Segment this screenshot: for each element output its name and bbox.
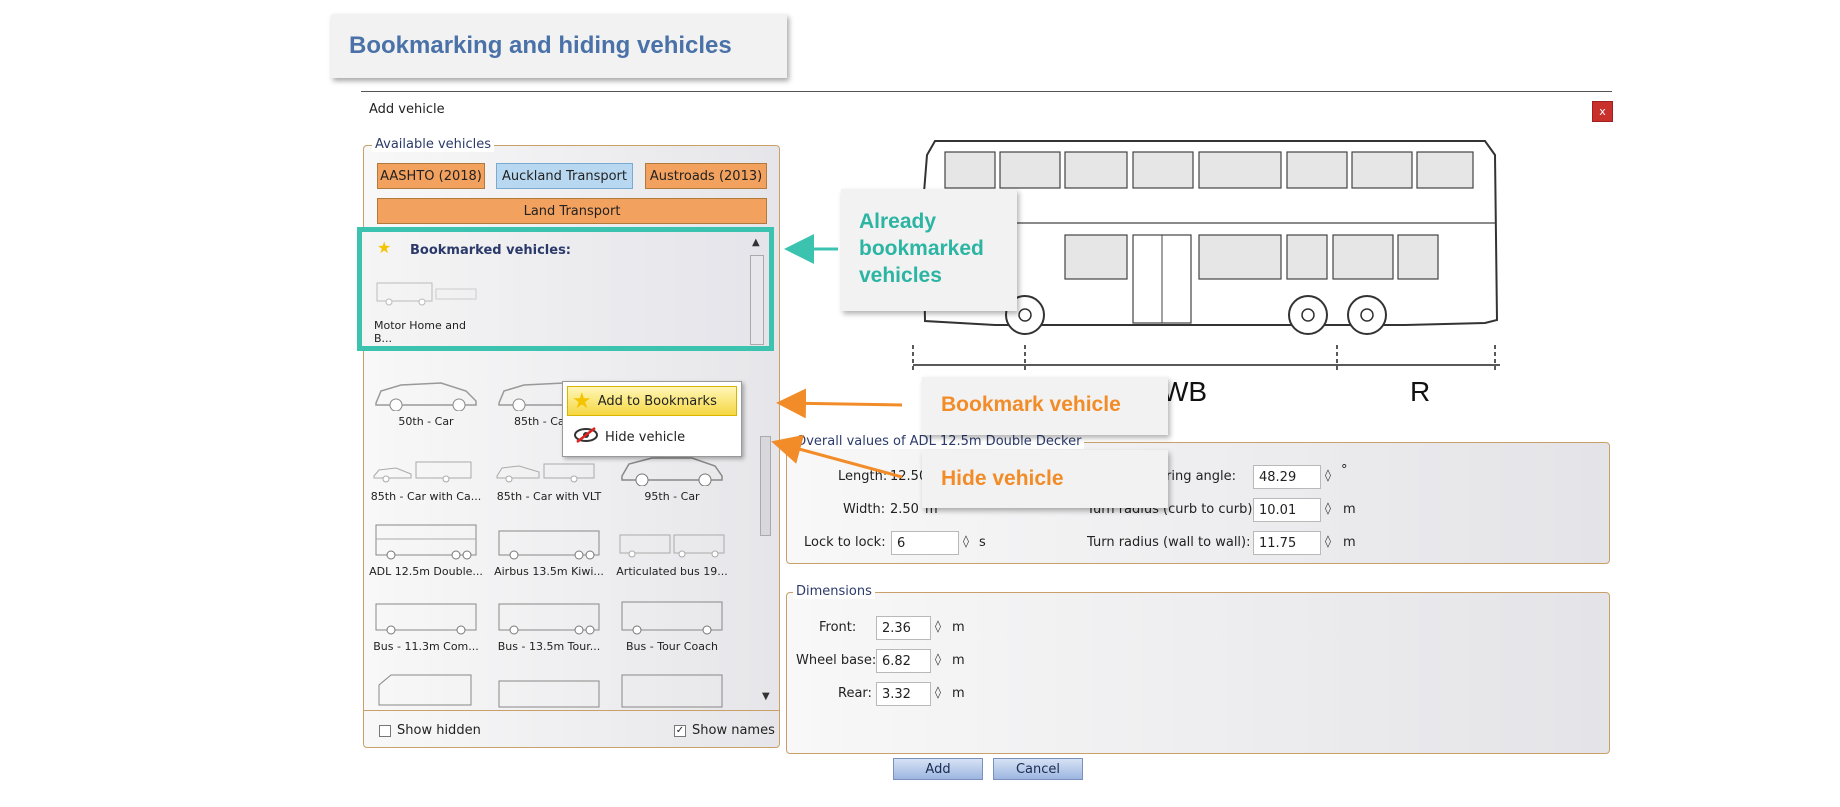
annotation-arrows [771,234,903,479]
arrow-bookmark-vehicle [776,388,903,419]
arrow-hide-vehicle [771,434,903,479]
